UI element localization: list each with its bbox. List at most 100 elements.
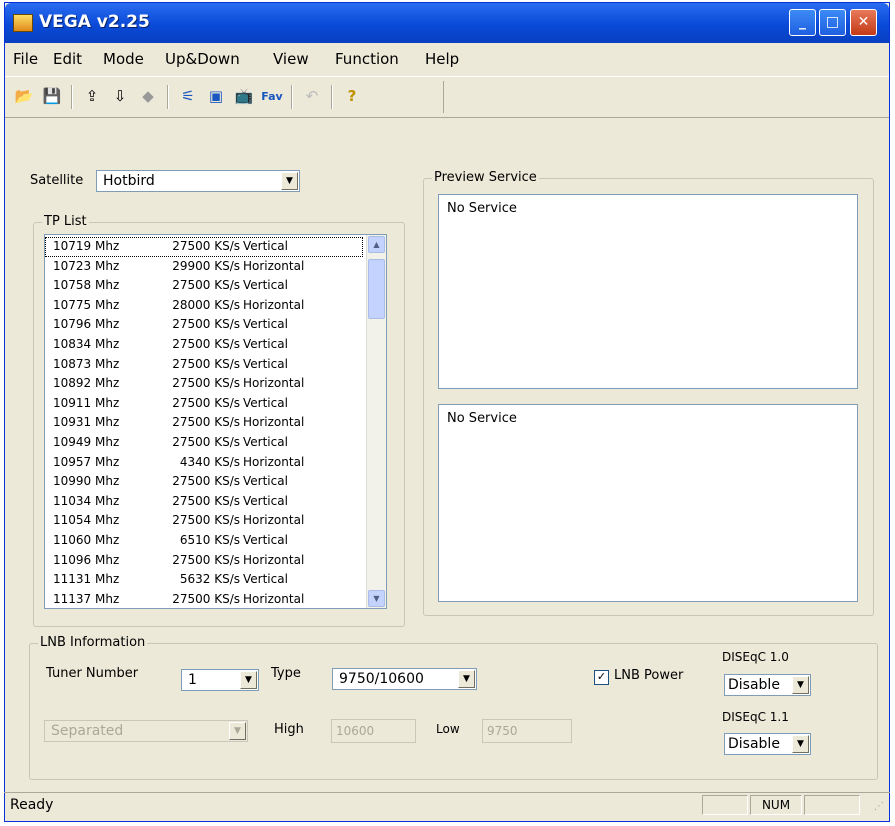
low-input[interactable]: 9750 [482, 719, 572, 743]
menu-mode[interactable]: Mode [103, 50, 144, 68]
tp-frequency: 10949 Mhz [53, 435, 120, 449]
preview-top-pane: No Service [438, 194, 858, 389]
antenna-icon[interactable]: ⚟ [177, 85, 199, 107]
tuner-number-select[interactable]: 1 ▼ [181, 669, 259, 691]
tuner-number-value: 1 [188, 672, 197, 688]
high-label: High [274, 722, 304, 737]
menu-edit[interactable]: Edit [53, 50, 82, 68]
tp-symbol-rate: 27500 KS/s [172, 513, 240, 528]
lnb-info-title: LNB Information [38, 635, 148, 650]
open-icon[interactable]: 📂 [13, 85, 35, 107]
chevron-down-icon[interactable]: ▼ [458, 670, 475, 688]
lnb-type-value: 9750/10600 [339, 671, 424, 687]
diseqc10-select[interactable]: Disable ▼ [724, 674, 811, 696]
minimize-button[interactable]: _ [789, 9, 816, 36]
tp-list-item[interactable]: 10796 Mhz 27500 KS/s Vertical [45, 315, 363, 335]
tp-list-item[interactable]: 11034 Mhz 27500 KS/s Vertical [45, 492, 363, 512]
tp-list-item[interactable]: 11131 Mhz 5632 KS/s Vertical [45, 570, 363, 590]
separated-select[interactable]: Separated ▼ [44, 720, 248, 742]
tp-list-item[interactable]: 10957 Mhz 4340 KS/s Horizontal [45, 453, 363, 473]
toolbar-separator [167, 85, 169, 109]
separated-value: Separated [51, 723, 124, 739]
tp-polarization: Horizontal [243, 415, 305, 430]
tp-list-item[interactable]: 10834 Mhz 27500 KS/s Vertical [45, 335, 363, 355]
high-input[interactable]: 10600 [331, 719, 416, 743]
title-bar[interactable]: VEGA v2.25 _ □ ✕ [5, 3, 889, 43]
tp-list-item[interactable]: 10949 Mhz 27500 KS/s Vertical [45, 433, 363, 453]
maximize-button[interactable]: □ [819, 9, 846, 36]
chevron-down-icon[interactable]: ▼ [792, 676, 809, 694]
diseqc11-label: DISEqC 1.1 [722, 710, 789, 724]
tp-list-item[interactable]: 11137 Mhz 27500 KS/s Horizontal [45, 590, 363, 608]
tp-symbol-rate: 5632 KS/s [179, 572, 240, 587]
menu-function[interactable]: Function [335, 50, 399, 68]
preview-top-text: No Service [447, 201, 517, 216]
tp-list-item[interactable]: 10775 Mhz 28000 KS/s Horizontal [45, 296, 363, 316]
tp-list-item[interactable]: 10719 Mhz 27500 KS/s Vertical [45, 237, 363, 257]
lnb-type-select[interactable]: 9750/10600 ▼ [332, 668, 477, 690]
tp-list-item[interactable]: 10911 Mhz 27500 KS/s Vertical [45, 394, 363, 414]
tp-polarization: Vertical [243, 278, 288, 293]
menu-updown[interactable]: Up&Down [165, 50, 240, 68]
monitor-icon[interactable]: ▣ [205, 85, 227, 107]
menu-bar: File Edit Mode Up&Down View Function Hel… [5, 46, 889, 72]
diseqc10-label: DISEqC 1.0 [722, 650, 789, 664]
fav-icon[interactable]: Fav [261, 85, 283, 107]
scroll-up-icon[interactable]: ▲ [368, 236, 385, 253]
tp-list-scrollbar[interactable]: ▲ ▼ [366, 235, 386, 608]
tp-symbol-rate: 27500 KS/s [172, 415, 240, 430]
tp-list-item[interactable]: 10990 Mhz 27500 KS/s Vertical [45, 472, 363, 492]
tp-frequency: 10990 Mhz [53, 474, 120, 489]
tp-listbox[interactable]: 10719 Mhz 27500 KS/s Vertical 10723 Mhz 2990… [44, 234, 387, 609]
tp-polarization: Vertical [243, 337, 288, 351]
tp-symbol-rate: 27500 KS/s [172, 239, 240, 253]
tp-symbol-rate: 6510 KS/s [179, 533, 240, 547]
tp-symbol-rate: 27500 KS/s [172, 552, 240, 567]
lnb-power-checkbox[interactable]: ✓ [594, 670, 609, 685]
tp-list-item[interactable]: 11096 Mhz 27500 KS/s Horizontal [45, 551, 363, 571]
menu-view[interactable]: View [273, 50, 309, 68]
tp-frequency: 10873 Mhz [53, 356, 120, 371]
tp-symbol-rate: 27500 KS/s [172, 356, 240, 371]
scroll-thumb[interactable] [368, 259, 385, 319]
diseqc10-value: Disable [728, 677, 780, 693]
tp-list-item[interactable]: 10892 Mhz 27500 KS/s Horizontal [45, 374, 363, 394]
tp-symbol-rate: 27500 KS/s [172, 317, 240, 332]
chevron-down-icon[interactable]: ▼ [792, 735, 809, 753]
status-panel-num: NUM [750, 795, 802, 815]
diseqc11-select[interactable]: Disable ▼ [724, 733, 811, 755]
tp-list-item[interactable]: 10723 Mhz 29900 KS/s Horizontal [45, 257, 363, 277]
undo-icon[interactable]: ↶ [301, 85, 323, 107]
tv-icon[interactable]: 📺 [233, 85, 255, 107]
chevron-down-icon[interactable]: ▼ [281, 172, 298, 190]
tp-list-item[interactable]: 11060 Mhz 6510 KS/s Vertical [45, 531, 363, 551]
help-icon[interactable]: ? [341, 85, 363, 107]
tp-list-item[interactable]: 11054 Mhz 27500 KS/s Horizontal [45, 511, 363, 531]
toolbar-separator [331, 85, 333, 109]
preview-bottom-text: No Service [447, 411, 517, 426]
import-icon[interactable]: ⇩ [109, 85, 131, 107]
tp-polarization: Horizontal [243, 552, 305, 567]
chevron-down-icon[interactable]: ▼ [240, 671, 257, 689]
export-icon[interactable]: ⇪ [81, 85, 103, 107]
status-bar: Ready NUM ⋰ [4, 792, 890, 819]
tp-polarization: Vertical [243, 474, 288, 489]
tp-polarization: Horizontal [243, 513, 305, 528]
tp-list-item[interactable]: 10873 Mhz 27500 KS/s Vertical [45, 355, 363, 375]
close-button[interactable]: ✕ [850, 9, 877, 36]
tp-list-item[interactable]: 10758 Mhz 27500 KS/s Vertical [45, 276, 363, 296]
tp-frequency: 10775 Mhz [53, 297, 120, 312]
save-icon[interactable]: 💾 [41, 85, 63, 107]
menu-file[interactable]: File [13, 50, 38, 68]
tp-polarization: Horizontal [243, 591, 305, 606]
signal-icon[interactable]: ◆ [137, 85, 159, 107]
app-icon [13, 14, 33, 32]
satellite-select[interactable]: Hotbird ▼ [96, 170, 300, 192]
tp-symbol-rate: 27500 KS/s [172, 591, 240, 606]
resize-grip-icon[interactable]: ⋰ [874, 801, 886, 813]
chevron-down-icon[interactable]: ▼ [229, 722, 246, 740]
tp-list-item[interactable]: 10931 Mhz 27500 KS/s Horizontal [45, 413, 363, 433]
menu-help[interactable]: Help [425, 50, 459, 68]
tp-frequency: 10957 Mhz [53, 454, 120, 469]
scroll-down-icon[interactable]: ▼ [368, 590, 385, 607]
